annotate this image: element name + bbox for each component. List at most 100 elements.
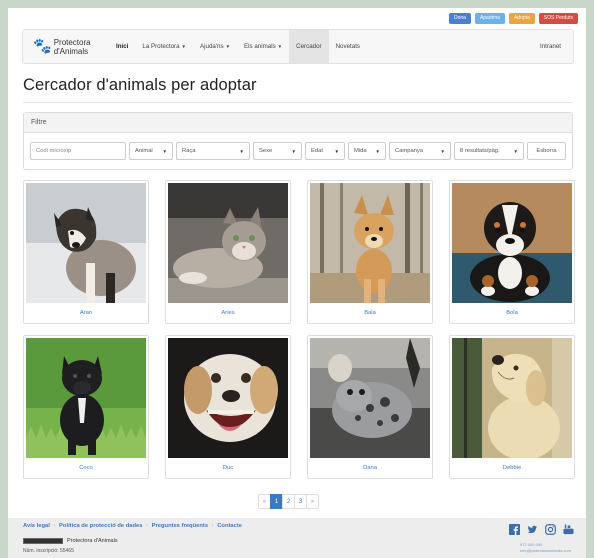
select-value: Animal [135,148,153,154]
sponsor-button[interactable]: Apadrina [474,13,505,24]
logo-line1: Protectora [53,37,91,47]
paw-icon: 🐾 [33,38,52,55]
caret-down-icon: ▼ [239,148,244,154]
animal-name-link[interactable]: Bola [450,310,574,316]
nav-item-cercador[interactable]: Cercador [289,30,329,63]
caret-down-icon: ▼ [513,148,518,154]
animal-name-link[interactable]: Aran [24,310,148,316]
footer: Avís legal · Política de protecció de da… [8,518,586,558]
campaign-select[interactable]: Campanya ▼ [389,142,451,160]
nav-item-la-protectora[interactable]: La Protectora ▼ [135,30,193,63]
per-page-select[interactable]: 8 resultats/pàg. ▼ [454,142,524,160]
caret-down-icon: ▼ [181,44,187,49]
animal-name-link[interactable]: Duc [166,465,290,471]
animal-name-link[interactable]: Aries [166,310,290,316]
donate-button[interactable]: Dona [448,13,471,24]
animal-photo[interactable] [168,338,288,458]
animal-photo[interactable] [26,183,146,303]
animal-photo[interactable] [26,338,146,458]
faq-link[interactable]: Preguntes freqüents [152,523,208,529]
page-title: Cercador d'animals per adoptar [23,76,257,94]
license-text: Protectora d'Animals [67,538,118,544]
size-select[interactable]: Mida ▼ [348,142,386,160]
animal-name-link[interactable]: Dana [308,465,432,471]
registration-number: Núm. inscripció: 55465 [23,548,74,554]
caret-down-icon: ▼ [334,148,339,154]
animal-card[interactable]: Aran [23,180,149,324]
nav-menu: Inici La Protectora ▼ Ajuda'ns ▼ Els anima… [109,30,367,63]
logo[interactable]: 🐾 Protectora d'Animals [23,38,109,56]
filter-panel: Filtre Codi microxip Animal ▼ Raça ▼ Sexe ▼… [23,112,573,170]
animal-photo[interactable] [310,338,430,458]
select-value: Campanya [395,148,424,154]
footer-links: Avís legal · Política de protecció de da… [23,523,242,529]
select-value: Mida [354,148,367,154]
animal-card[interactable]: Bala [307,180,433,324]
separator: · [53,523,56,529]
twitter-icon[interactable] [527,524,538,535]
contact-link[interactable]: Contacte [217,523,242,529]
caret-down-icon: ▼ [225,44,231,49]
nav-label: Ajuda'ns [200,43,224,50]
animal-photo[interactable] [452,338,572,458]
select-value: Edat [311,148,323,154]
nav-label: Inici [116,43,129,50]
animal-card[interactable]: Aries [165,180,291,324]
animal-name-link[interactable]: Debbie [450,465,574,471]
animal-name-link[interactable]: Bala [308,310,432,316]
logo-line2: d'Animals [53,46,89,56]
caret-down-icon: ▼ [162,148,167,154]
select-value: 8 resultats/pàg. [460,148,500,154]
page: Dona Apadrina Adopta SOS Perduts 🐾 Prote… [8,8,586,558]
caret-down-icon: ▼ [291,148,296,154]
navbar: 🐾 Protectora d'Animals Inici La Protecto… [22,29,574,64]
legal-notice-link[interactable]: Avís legal [23,523,50,529]
animal-card[interactable]: Coco [23,335,149,479]
privacy-policy-link[interactable]: Política de protecció de dades [59,523,142,529]
animal-name-link[interactable]: Coco [24,465,148,471]
breed-select[interactable]: Raça ▼ [176,142,250,160]
caret-down-icon: ▼ [277,44,283,49]
divider [23,102,573,103]
animal-card[interactable]: Duc [165,335,291,479]
nav-label: La Protectora [142,43,180,50]
pagination: « 1 2 3 » [258,494,319,509]
adopt-button[interactable]: Adopta [508,13,535,24]
contact-info: 972 000 000 info@protectoraanimals.com [520,542,574,554]
youtube-icon[interactable] [563,524,574,535]
facebook-icon[interactable] [509,524,520,535]
creative-commons-badge[interactable] [23,538,63,544]
animal-photo[interactable] [310,183,430,303]
nav-item-novetats[interactable]: Novetats [329,30,367,63]
animal-card[interactable]: Bola [449,180,575,324]
next-page-button[interactable]: » [306,494,319,509]
clear-button[interactable]: Esborra [527,142,566,160]
animal-photo[interactable] [168,183,288,303]
nav-item-inici[interactable]: Inici [109,30,135,63]
email-address[interactable]: info@protectoraanimals.com [520,548,574,554]
microchip-placeholder: Codi microxip [36,148,72,154]
nav-label: Cercador [296,43,322,50]
caret-down-icon: ▼ [375,148,380,154]
instagram-icon[interactable] [545,524,556,535]
animal-card[interactable]: Dana [307,335,433,479]
caret-down-icon: ▼ [440,148,445,154]
sex-select[interactable]: Sexe ▼ [253,142,302,160]
microchip-input[interactable]: Codi microxip [30,142,126,160]
animal-select[interactable]: Animal ▼ [129,142,173,160]
animal-photo[interactable] [452,183,572,303]
separator: · [146,523,149,529]
nav-label: Els animals [244,43,276,50]
filter-title: Filtre [24,113,572,133]
nav-label: Novetats [335,43,361,50]
separator: · [211,523,214,529]
animal-card[interactable]: Debbie [449,335,575,479]
license: Protectora d'Animals [23,538,118,544]
social-links [509,524,574,535]
age-select[interactable]: Edat ▼ [305,142,345,160]
sos-lost-button[interactable]: SOS Perduts [538,13,578,24]
select-value: Raça [182,148,196,154]
intranet-link[interactable]: Intranet [540,43,573,50]
nav-item-ajudans[interactable]: Ajuda'ns ▼ [193,30,237,63]
nav-item-els-animals[interactable]: Els animals ▼ [237,30,289,63]
